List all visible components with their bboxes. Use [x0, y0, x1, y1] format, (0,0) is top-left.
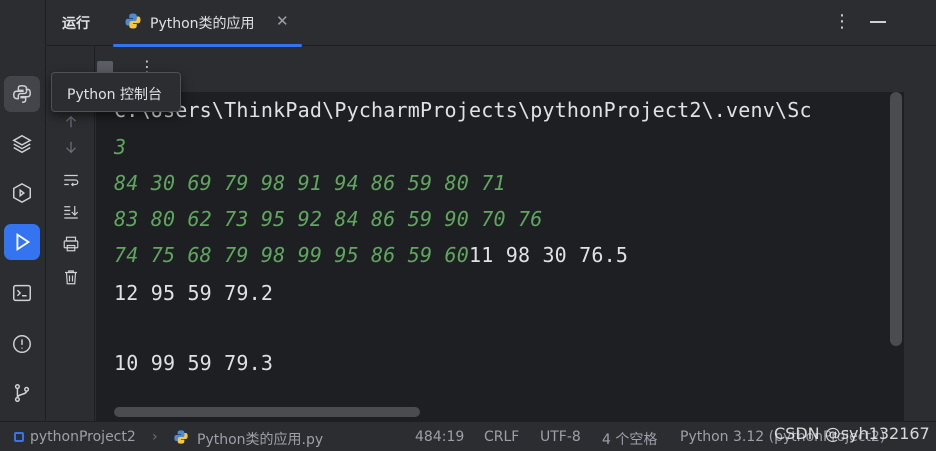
- scroll-to-end-button[interactable]: [59, 200, 83, 224]
- tool-window-title: 运行: [62, 16, 90, 32]
- console-line-output: 12 95 59 79.2: [114, 281, 274, 305]
- problems-icon: [13, 335, 31, 353]
- git-branch-icon: [14, 384, 30, 402]
- tab-label: Python类的应用: [150, 16, 255, 32]
- scroll-up-button[interactable]: [59, 110, 83, 134]
- status-file[interactable]: Python类的应用.py: [197, 429, 323, 449]
- console-output-part: 11 98 30 76.5: [469, 243, 629, 267]
- console-input-part: 74 75 68 79 98 99 95 86 59 60: [114, 243, 469, 267]
- terminal-button[interactable]: [4, 275, 40, 311]
- soft-wrap-icon: [64, 174, 79, 187]
- print-button[interactable]: [59, 232, 83, 256]
- minimize-icon[interactable]: [870, 21, 886, 23]
- right-gutter: [904, 46, 936, 421]
- console-line-input: 83 80 62 73 95 92 84 86 59 90 70 76: [114, 207, 543, 231]
- layers-icon: [12, 134, 32, 154]
- breadcrumb-separator-icon: ›: [152, 429, 158, 445]
- status-line-separator[interactable]: CRLF: [484, 429, 519, 445]
- delete-icon: [65, 270, 77, 285]
- problems-button[interactable]: [4, 326, 40, 362]
- console-output[interactable]: C:\Users\ThinkPad\PycharmProjects\python…: [96, 92, 904, 421]
- more-options-icon[interactable]: ⋮: [833, 11, 851, 32]
- tab-python-class-app[interactable]: Python类的应用 ✕: [113, 0, 302, 47]
- activity-bar: [0, 0, 46, 421]
- soft-wrap-button[interactable]: [59, 168, 83, 192]
- vertical-scrollbar[interactable]: [890, 92, 902, 346]
- project-icon: [14, 432, 24, 442]
- tool-window-header: 运行 Python类的应用 ✕ ⋮: [47, 0, 936, 47]
- git-button[interactable]: [4, 375, 40, 411]
- tab-close-icon[interactable]: ✕: [276, 12, 289, 30]
- tooltip-text: Python 控制台: [67, 87, 162, 103]
- python-file-icon: [125, 13, 141, 29]
- console-line-output: 10 99 59 79.3: [114, 351, 274, 375]
- run-button[interactable]: [4, 224, 40, 260]
- debug-button[interactable]: [4, 175, 40, 211]
- status-encoding[interactable]: UTF-8: [540, 429, 581, 445]
- python-console-button[interactable]: [4, 76, 40, 112]
- console-line-input: 84 30 69 79 98 91 94 86 59 80 71: [114, 171, 506, 195]
- terminal-icon: [13, 284, 31, 302]
- status-project[interactable]: pythonProject2: [30, 429, 136, 445]
- console-line-mixed: 74 75 68 79 98 99 95 86 59 6011 98 30 76…: [114, 243, 628, 267]
- python-console-icon: [13, 85, 31, 103]
- status-indent[interactable]: 4 个空格: [602, 429, 657, 449]
- scroll-to-end-icon: [64, 206, 79, 219]
- scroll-up-icon: [66, 115, 76, 128]
- delete-button[interactable]: [59, 265, 83, 289]
- scroll-down-icon: [66, 141, 76, 154]
- python-file-icon: [174, 430, 188, 444]
- console-line-input: 3: [114, 135, 127, 159]
- status-position[interactable]: 484:19: [415, 429, 464, 445]
- run-icon: [16, 232, 31, 252]
- console-line-command: C:\Users\ThinkPad\PycharmProjects\python…: [114, 98, 812, 122]
- print-icon: [63, 236, 79, 252]
- tooltip: Python 控制台: [51, 72, 181, 112]
- layers-button[interactable]: [4, 126, 40, 162]
- watermark: CSDN @syh132167: [774, 424, 930, 443]
- scroll-down-button[interactable]: [59, 135, 83, 159]
- horizontal-scrollbar[interactable]: [114, 407, 420, 417]
- debug-icon: [13, 182, 31, 204]
